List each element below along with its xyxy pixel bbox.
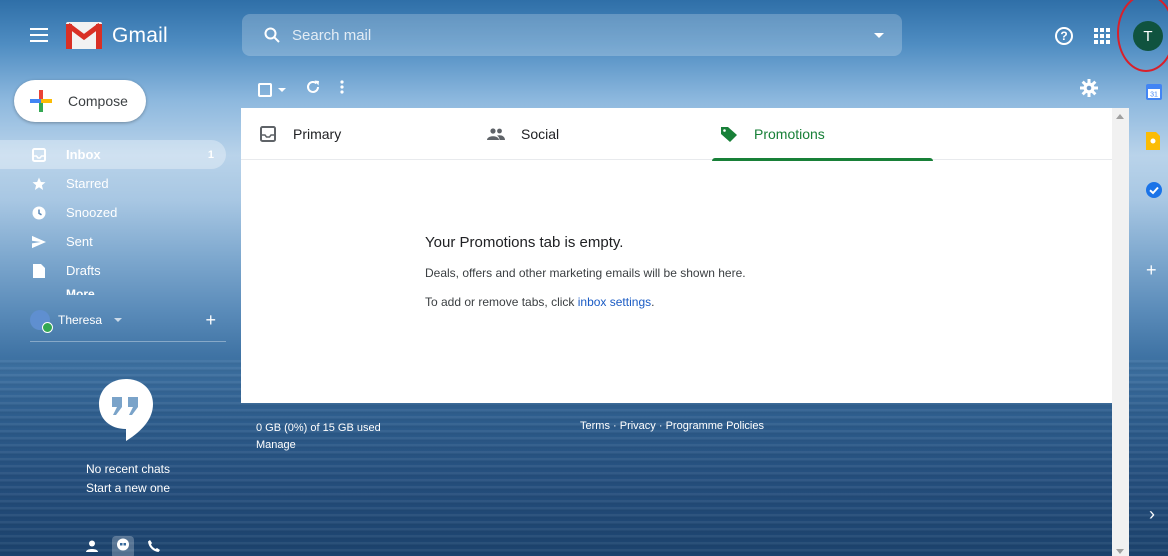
storage-usage: 0 GB (0%) of 15 GB used xyxy=(256,422,381,434)
gmail-m-icon xyxy=(66,22,102,49)
sidebar-item-drafts[interactable]: Drafts xyxy=(0,256,226,285)
select-options-icon[interactable] xyxy=(278,87,286,92)
hint-suffix: . xyxy=(651,295,655,309)
more-options-icon[interactable] xyxy=(340,80,344,99)
tab-social[interactable]: Social xyxy=(487,108,559,160)
draft-icon xyxy=(32,263,46,278)
sidebar-item-more[interactable]: More xyxy=(0,285,226,295)
message-toolbar xyxy=(258,80,344,99)
add-chat-icon[interactable]: + xyxy=(205,310,216,331)
contacts-icon[interactable] xyxy=(86,539,98,556)
compose-label: Compose xyxy=(68,93,128,109)
programme-policies-link[interactable]: Programme Policies xyxy=(666,420,764,432)
selected-tab-indicator xyxy=(712,158,933,161)
search-input[interactable] xyxy=(292,26,874,44)
hangouts-avatar xyxy=(30,310,53,333)
empty-state-hint: To add or remove tabs, click inbox setti… xyxy=(425,295,746,309)
category-tabs: Primary Social Promotions xyxy=(241,108,1112,161)
footer-separator: · xyxy=(609,420,620,432)
sidebar-item-snoozed[interactable]: Snoozed xyxy=(0,198,226,227)
empty-state-title: Your Promotions tab is empty. xyxy=(425,234,624,251)
sidebar-item-label: Starred xyxy=(66,176,109,191)
compose-plus-icon xyxy=(30,90,52,112)
hangouts-user-row[interactable]: Theresa + xyxy=(30,307,226,333)
hint-prefix: To add or remove tabs, click xyxy=(425,295,578,309)
app-title: Gmail xyxy=(112,23,168,47)
tab-primary[interactable]: Primary xyxy=(259,108,341,160)
sidebar-item-label: Sent xyxy=(66,234,93,249)
phone-icon[interactable] xyxy=(148,539,160,556)
calendar-icon[interactable]: 31 xyxy=(1146,84,1162,105)
gmail-logo[interactable]: Gmail xyxy=(66,22,168,49)
sidebar-item-label: Snoozed xyxy=(66,205,118,220)
terms-link[interactable]: Terms xyxy=(580,420,610,432)
people-icon xyxy=(487,125,505,143)
hangouts-bottom-bar xyxy=(86,536,160,556)
main-scrollbar[interactable] xyxy=(1112,108,1129,556)
keep-icon[interactable] xyxy=(1146,132,1160,155)
sidebar-item-starred[interactable]: Starred xyxy=(0,169,226,198)
sidebar-divider xyxy=(30,341,226,342)
tag-icon xyxy=(720,125,738,143)
hangouts-user-name: Theresa xyxy=(58,313,103,327)
sidebar-item-label: Inbox xyxy=(66,147,101,162)
start-new-chat-link[interactable]: Start a new one xyxy=(60,481,196,495)
hangouts-quote-icon xyxy=(99,379,153,441)
search-bar[interactable] xyxy=(242,14,902,56)
star-icon xyxy=(32,177,46,191)
tab-label: Primary xyxy=(293,126,342,142)
unread-count: 1 xyxy=(207,148,214,161)
tab-promotions[interactable]: Promotions xyxy=(712,108,933,161)
apps-grid-icon[interactable] xyxy=(1094,28,1110,44)
annotation-circle xyxy=(1117,0,1168,72)
add-addon-icon[interactable]: + xyxy=(1146,260,1157,281)
sidebar-item-label: Drafts xyxy=(66,263,101,278)
sidebar-item-sent[interactable]: Sent xyxy=(0,227,226,256)
inbox-icon xyxy=(259,125,277,143)
scroll-up-icon[interactable] xyxy=(1116,114,1124,119)
chat-bubble-icon[interactable] xyxy=(112,536,134,556)
inbox-icon xyxy=(32,147,46,162)
inbox-settings-link[interactable]: inbox settings xyxy=(578,295,651,309)
calendar-day: 31 xyxy=(1150,92,1158,99)
scroll-down-icon[interactable] xyxy=(1116,549,1124,554)
privacy-link[interactable]: Privacy xyxy=(620,420,656,432)
storage-info: 0 GB (0%) of 15 GB used Manage xyxy=(256,420,381,454)
tab-label: Promotions xyxy=(754,126,825,142)
empty-state-description: Deals, offers and other marketing emails… xyxy=(425,266,746,280)
footer-links: Terms · Privacy · Programme Policies xyxy=(580,420,764,432)
no-recent-chats-text: No recent chats xyxy=(85,462,171,476)
compose-button[interactable]: Compose xyxy=(14,80,146,122)
send-icon xyxy=(32,235,46,249)
sidebar-item-inbox[interactable]: Inbox 1 xyxy=(0,140,226,169)
clock-icon xyxy=(32,206,46,220)
chevron-down-icon[interactable] xyxy=(114,318,123,322)
sidebar-nav: Inbox 1 Starred Snoozed Sent Drafts More xyxy=(0,140,226,295)
empty-state: Your Promotions tab is empty. Deals, off… xyxy=(425,234,746,309)
help-icon[interactable]: ? xyxy=(1055,27,1073,45)
tab-label: Social xyxy=(521,126,560,142)
chevron-right-icon[interactable]: › xyxy=(1149,504,1155,525)
refresh-icon[interactable] xyxy=(306,80,320,99)
settings-gear-icon[interactable] xyxy=(1080,79,1098,102)
manage-storage-link[interactable]: Manage xyxy=(256,437,381,454)
main-menu-icon[interactable] xyxy=(30,28,48,42)
footer-separator: · xyxy=(655,420,666,432)
mail-panel: Primary Social Promotions Your Promotion… xyxy=(241,108,1112,403)
search-icon[interactable] xyxy=(252,27,292,43)
search-options-icon[interactable] xyxy=(874,32,884,38)
tasks-icon[interactable] xyxy=(1146,182,1162,203)
select-all-checkbox[interactable] xyxy=(258,82,272,97)
